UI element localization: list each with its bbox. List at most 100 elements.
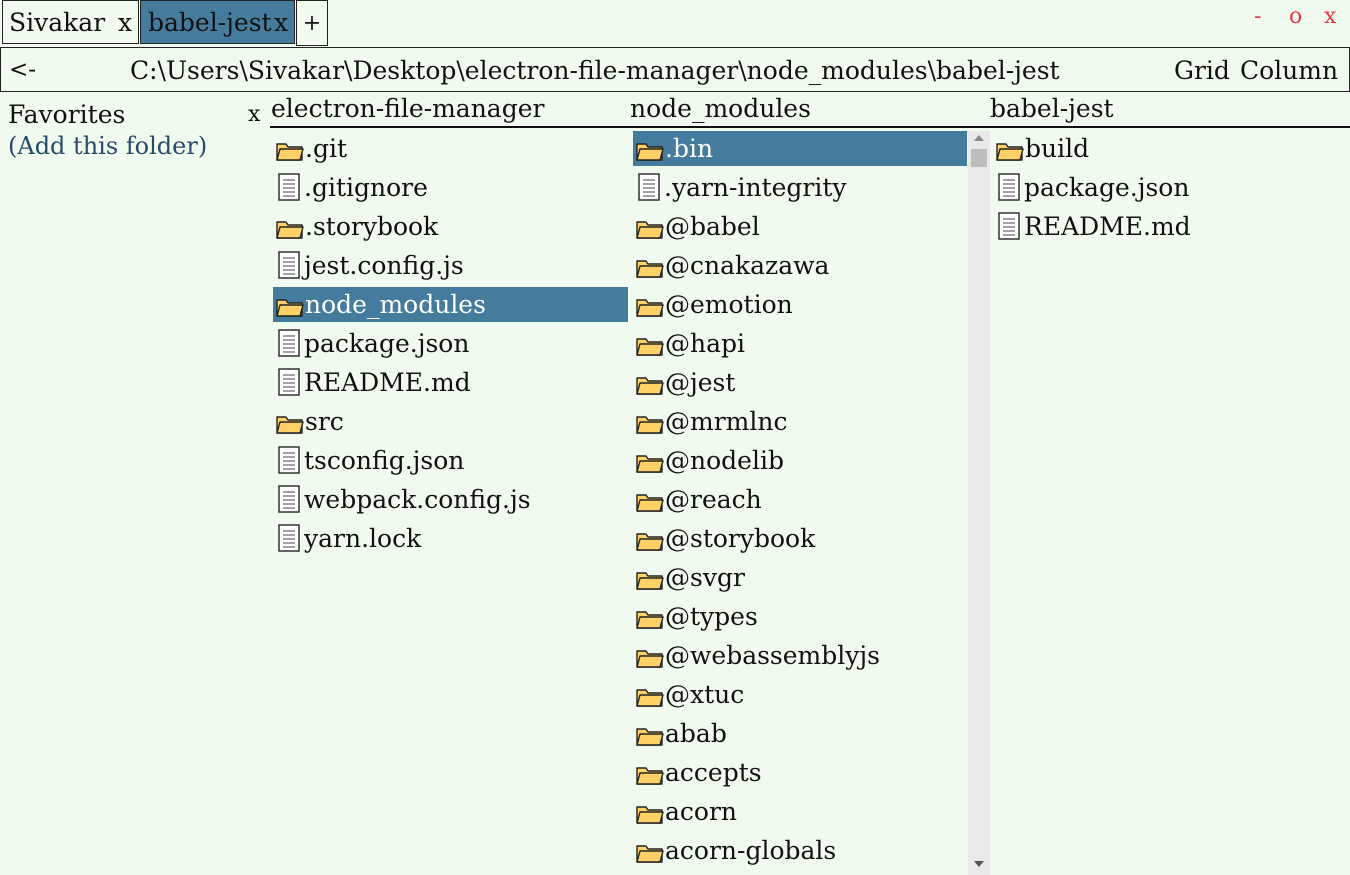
folder-item[interactable]: @cnakazawa [633, 248, 967, 283]
folder-icon [635, 488, 665, 512]
folder-icon [635, 722, 665, 746]
current-path[interactable]: C:\Users\Sivakar\Desktop\electron-file-m… [130, 48, 1060, 93]
column-header-divider [270, 126, 1350, 128]
folder-item[interactable]: @emotion [633, 287, 967, 322]
item-name: @xtuc [665, 680, 745, 709]
item-name: yarn.lock [304, 524, 422, 553]
close-window-button[interactable]: x [1324, 4, 1336, 29]
folder-item[interactable]: .storybook [273, 209, 628, 244]
folder-item[interactable]: @mrmlnc [633, 404, 967, 439]
file-item[interactable]: package.json [993, 170, 1350, 205]
item-name: node_modules [305, 290, 486, 319]
folder-item[interactable]: @storybook [633, 521, 967, 556]
scrollbar[interactable] [968, 131, 990, 875]
folder-item[interactable]: acorn [633, 794, 967, 829]
file-item[interactable]: yarn.lock [273, 521, 628, 556]
close-favorites-button[interactable]: x [248, 102, 260, 127]
file-item[interactable]: package.json [273, 326, 628, 361]
folder-icon [635, 605, 665, 629]
folder-item[interactable]: @webassemblyjs [633, 638, 967, 673]
file-column-babel-jest: build package.json README.md [993, 131, 1350, 248]
folder-item[interactable]: .bin [633, 131, 967, 166]
folder-icon [635, 137, 665, 161]
item-name: @types [665, 602, 758, 631]
tab-close-button[interactable]: x [118, 1, 132, 45]
tab-babel-jest[interactable]: babel-jest x [140, 0, 295, 44]
folder-item[interactable]: @reach [633, 482, 967, 517]
item-name: build [1025, 134, 1090, 163]
folder-icon [275, 410, 305, 434]
file-icon [275, 329, 305, 357]
item-name: jest.config.js [304, 251, 464, 280]
item-name: README.md [1024, 212, 1191, 241]
tab-close-button[interactable]: x [274, 1, 288, 45]
folder-icon [635, 683, 665, 707]
folder-icon [635, 332, 665, 356]
file-item[interactable]: README.md [273, 365, 628, 400]
file-item[interactable]: jest.config.js [273, 248, 628, 283]
folder-icon [635, 215, 665, 239]
favorites-title: Favorites [8, 100, 126, 129]
scroll-up-arrow[interactable] [974, 135, 984, 141]
folder-icon [275, 293, 305, 317]
tab-bar: Sivakar x babel-jest x + - o x [0, 0, 1350, 46]
item-name: README.md [304, 368, 471, 397]
folder-icon [635, 254, 665, 278]
new-tab-button[interactable]: + [296, 0, 328, 46]
item-name: abab [665, 719, 727, 748]
item-name: @hapi [665, 329, 746, 358]
file-item[interactable]: README.md [993, 209, 1350, 244]
folder-item[interactable]: accepts [633, 755, 967, 790]
scrollbar-thumb[interactable] [971, 149, 987, 167]
maximize-button[interactable]: o [1289, 4, 1302, 29]
item-name: @mrmlnc [665, 407, 788, 436]
folder-item[interactable]: node_modules [273, 287, 628, 322]
file-icon [635, 173, 665, 201]
file-icon [275, 368, 305, 396]
add-favorite-link[interactable]: (Add this folder) [8, 132, 207, 160]
folder-item[interactable]: abab [633, 716, 967, 751]
item-name: tsconfig.json [304, 446, 465, 475]
item-name: webpack.config.js [304, 485, 531, 514]
folder-item[interactable]: @hapi [633, 326, 967, 361]
folder-item[interactable]: build [993, 131, 1350, 166]
column-title: electron-file-manager [271, 94, 545, 123]
file-item[interactable]: tsconfig.json [273, 443, 628, 478]
item-name: accepts [665, 758, 762, 787]
folder-icon [635, 449, 665, 473]
item-name: @svgr [665, 563, 745, 592]
minimize-button[interactable]: - [1254, 4, 1261, 29]
grid-view-button[interactable]: Grid [1174, 48, 1230, 93]
file-item[interactable]: webpack.config.js [273, 482, 628, 517]
tab-sivakar[interactable]: Sivakar x [2, 0, 139, 44]
folder-icon [635, 371, 665, 395]
folder-item[interactable]: @nodelib [633, 443, 967, 478]
file-item[interactable]: .gitignore [273, 170, 628, 205]
file-icon [275, 524, 305, 552]
file-icon [995, 212, 1025, 240]
folder-icon [635, 293, 665, 317]
file-icon [995, 173, 1025, 201]
file-icon [275, 173, 305, 201]
back-button[interactable]: <- [9, 48, 36, 93]
scroll-down-arrow[interactable] [974, 861, 984, 867]
folder-item[interactable]: .git [273, 131, 628, 166]
column-view-button[interactable]: Column [1240, 48, 1338, 93]
folder-item[interactable]: src [273, 404, 628, 439]
item-name: @storybook [665, 524, 816, 553]
folder-item[interactable]: @jest [633, 365, 967, 400]
folder-item[interactable]: @babel [633, 209, 967, 244]
item-name: @jest [665, 368, 736, 397]
item-name: @emotion [665, 290, 793, 319]
file-item[interactable]: .yarn-integrity [633, 170, 967, 205]
folder-item[interactable]: @xtuc [633, 677, 967, 712]
item-name: .gitignore [304, 173, 428, 202]
folder-item[interactable]: @svgr [633, 560, 967, 595]
folder-icon [635, 644, 665, 668]
folder-icon [995, 137, 1025, 161]
folder-item[interactable]: @types [633, 599, 967, 634]
folder-icon [635, 839, 665, 863]
folder-item[interactable]: acorn-globals [633, 833, 967, 868]
item-name: @webassemblyjs [665, 641, 880, 670]
item-name: src [305, 407, 344, 436]
